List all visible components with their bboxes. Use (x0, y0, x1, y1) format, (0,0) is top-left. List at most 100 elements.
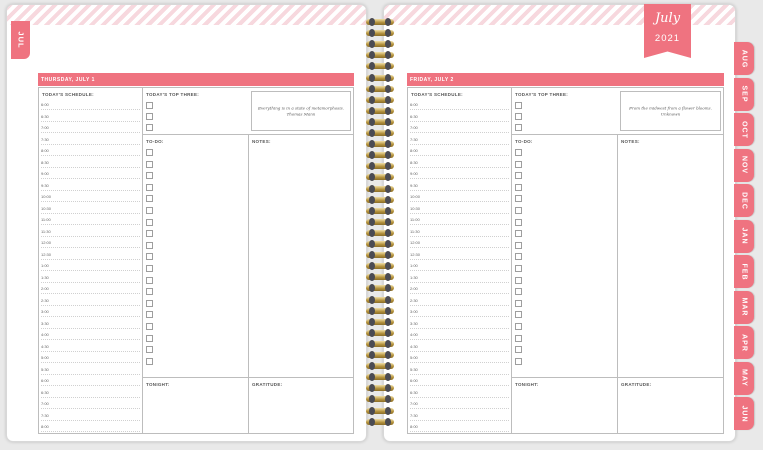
schedule-time-row[interactable]: 9:00 (410, 169, 509, 179)
schedule-time-row[interactable]: 6:00 (41, 100, 140, 110)
todo-checkbox[interactable] (515, 230, 522, 238)
todo-checkbox[interactable] (515, 218, 522, 226)
schedule-time-row[interactable]: 3:30 (410, 319, 509, 329)
schedule-time-row[interactable]: 11:00 (41, 215, 140, 225)
month-tab-aug[interactable]: AUG (734, 42, 754, 75)
todo-checkbox[interactable] (515, 276, 522, 284)
todo-checkbox[interactable] (515, 346, 522, 354)
todo-checkbox[interactable] (515, 334, 522, 342)
todo-checkbox[interactable] (146, 149, 153, 156)
todo-checkbox[interactable] (515, 160, 522, 168)
todo-checkbox[interactable] (146, 218, 153, 226)
schedule-time-row[interactable]: 7:00 (41, 123, 140, 133)
schedule-time-row[interactable]: 5:30 (410, 365, 509, 375)
top-three-checkbox[interactable] (146, 102, 153, 109)
schedule-time-row[interactable]: 6:30 (410, 388, 509, 398)
schedule-time-row[interactable]: 2:00 (410, 284, 509, 294)
schedule-time-row[interactable]: 1:30 (41, 273, 140, 283)
schedule-time-row[interactable]: 5:00 (41, 353, 140, 363)
schedule-time-row[interactable]: 5:00 (410, 353, 509, 363)
schedule-time-row[interactable]: 11:30 (41, 227, 140, 237)
todo-checkbox[interactable] (146, 253, 153, 261)
schedule-time-row[interactable]: 7:30 (41, 135, 140, 145)
month-tab-mar[interactable]: MAR (734, 290, 754, 324)
schedule-time-row[interactable]: 12:00 (410, 238, 509, 248)
schedule-time-row[interactable]: 6:30 (41, 112, 140, 122)
schedule-time-row[interactable]: 12:00 (41, 238, 140, 248)
schedule-time-row[interactable]: 3:00 (41, 307, 140, 317)
schedule-time-row[interactable]: 3:30 (41, 319, 140, 329)
todo-checkbox[interactable] (515, 241, 522, 249)
schedule-time-row[interactable]: 8:00 (410, 422, 509, 432)
todo-checkbox[interactable] (515, 253, 522, 261)
schedule-time-row[interactable]: 11:00 (410, 215, 509, 225)
schedule-time-row[interactable]: 10:30 (410, 204, 509, 214)
schedule-time-row[interactable]: 6:30 (41, 388, 140, 398)
gratitude-section[interactable]: GRATITUDE: (249, 378, 353, 433)
todo-checkbox[interactable] (146, 357, 153, 365)
schedule-time-row[interactable]: 9:30 (41, 181, 140, 191)
todo-checkbox[interactable] (146, 311, 153, 319)
schedule-time-row[interactable]: 8:30 (41, 158, 140, 168)
schedule-time-row[interactable]: 10:30 (41, 204, 140, 214)
schedule-time-row[interactable]: 1:00 (41, 261, 140, 271)
schedule-time-row[interactable]: 4:30 (410, 342, 509, 352)
month-tab-jan[interactable]: JAN (734, 219, 754, 253)
schedule-time-row[interactable]: 8:30 (410, 158, 509, 168)
tonight-section[interactable]: TONIGHT: (143, 378, 249, 433)
gratitude-section[interactable]: GRATITUDE: (618, 378, 723, 433)
todo-checkbox[interactable] (146, 241, 153, 249)
schedule-time-row[interactable]: 7:30 (410, 135, 509, 145)
schedule-time-row[interactable]: 4:00 (410, 330, 509, 340)
todo-checkbox[interactable] (146, 160, 153, 168)
todo-checkbox[interactable] (515, 207, 522, 214)
schedule-time-row[interactable]: 2:00 (41, 284, 140, 294)
todo-checkbox[interactable] (515, 149, 522, 156)
top-three-checkbox[interactable] (146, 113, 153, 120)
todo-checkbox[interactable] (146, 265, 153, 272)
todo-checkbox[interactable] (515, 288, 522, 296)
schedule-time-row[interactable]: 10:00 (410, 192, 509, 202)
month-tab-may[interactable]: MAY (734, 361, 754, 395)
todo-checkbox[interactable] (146, 323, 153, 330)
todo-checkbox[interactable] (515, 183, 522, 191)
schedule-time-row[interactable]: 12:30 (410, 250, 509, 260)
schedule-time-row[interactable]: 2:30 (410, 296, 509, 306)
todo-checkbox[interactable] (146, 346, 153, 354)
month-tab-dec[interactable]: DEC (734, 184, 754, 217)
schedule-time-row[interactable]: 6:00 (41, 376, 140, 386)
schedule-time-row[interactable]: 7:00 (41, 399, 140, 409)
schedule-time-row[interactable]: 7:30 (410, 411, 509, 421)
todo-checkbox[interactable] (515, 311, 522, 319)
todo-checkbox[interactable] (515, 265, 522, 272)
todo-checkbox[interactable] (515, 357, 522, 365)
schedule-time-row[interactable]: 9:30 (410, 181, 509, 191)
notes-section[interactable]: NOTES: (249, 135, 353, 378)
schedule-time-row[interactable]: 8:00 (410, 146, 509, 156)
month-tab-jun[interactable]: JUN (734, 397, 754, 430)
schedule-time-row[interactable]: 5:30 (41, 365, 140, 375)
todo-checkbox[interactable] (146, 334, 153, 342)
top-three-checkbox[interactable] (515, 102, 522, 109)
schedule-time-row[interactable]: 4:30 (41, 342, 140, 352)
schedule-time-row[interactable]: 4:00 (41, 330, 140, 340)
todo-checkbox[interactable] (146, 183, 153, 191)
schedule-time-row[interactable]: 7:00 (410, 123, 509, 133)
schedule-time-row[interactable]: 1:00 (410, 261, 509, 271)
month-tab-nov[interactable]: NOV (734, 148, 754, 182)
todo-checkbox[interactable] (146, 207, 153, 214)
schedule-time-row[interactable]: 10:00 (41, 192, 140, 202)
schedule-time-row[interactable]: 7:00 (410, 399, 509, 409)
todo-checkbox[interactable] (146, 195, 153, 203)
schedule-time-row[interactable]: 12:30 (41, 250, 140, 260)
top-three-checkbox[interactable] (515, 124, 522, 131)
schedule-time-row[interactable]: 11:30 (410, 227, 509, 237)
month-tab-apr[interactable]: APR (734, 326, 754, 359)
schedule-time-row[interactable]: 8:00 (41, 422, 140, 432)
tonight-section[interactable]: TONIGHT: (512, 378, 618, 433)
month-tab-feb[interactable]: FEB (734, 255, 754, 288)
schedule-time-row[interactable]: 9:00 (41, 169, 140, 179)
schedule-time-row[interactable]: 6:30 (410, 112, 509, 122)
todo-checkbox[interactable] (146, 276, 153, 284)
todo-checkbox[interactable] (515, 299, 522, 307)
